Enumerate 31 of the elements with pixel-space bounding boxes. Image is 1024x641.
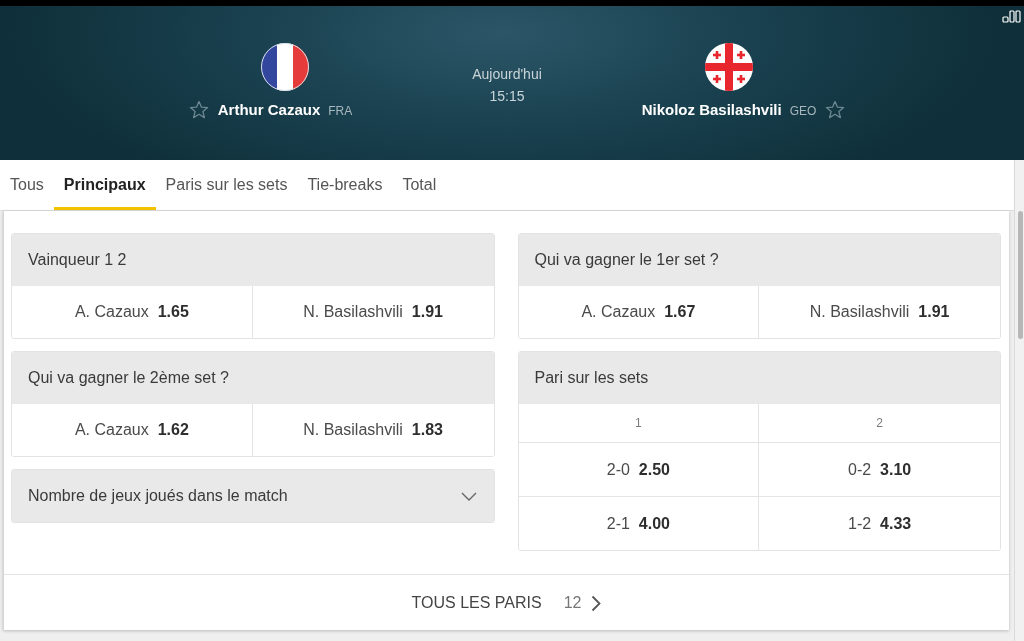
column-heading: 2	[876, 416, 883, 430]
scrollbar[interactable]	[1014, 160, 1024, 641]
country-code: GEO	[789, 104, 817, 118]
market-header[interactable]: Qui va gagner le 1er set ?	[518, 234, 1000, 286]
player-name: Arthur Cazaux	[217, 100, 321, 120]
tab[interactable]: Paris sur les sets	[155, 160, 298, 210]
chevron-right-icon[interactable]	[591, 594, 602, 612]
all-bets-button[interactable]: TOUS LES PARIS 12	[405, 590, 608, 616]
tab[interactable]: Tie-breaks	[297, 160, 393, 210]
tricolor-flag-icon	[261, 43, 309, 91]
match-day: Aujourd'hui	[472, 63, 542, 85]
country-code: FRA	[328, 104, 353, 118]
tab[interactable]: Tous	[0, 160, 54, 210]
tab[interactable]: Total	[392, 160, 447, 210]
star-icon[interactable]	[188, 100, 209, 120]
odds-button[interactable]: A. Cazaux 1.62	[12, 404, 253, 456]
star-icon[interactable]	[825, 100, 846, 120]
odds-button[interactable]: A. Cazaux 1.65	[12, 286, 253, 338]
market-header[interactable]: Pari sur les sets	[518, 352, 1000, 404]
odds-button[interactable]: 1-2 4.33	[759, 496, 1000, 550]
market-header[interactable]: Vainqueur 1 2	[12, 234, 494, 286]
bar-chart-icon[interactable]	[1002, 10, 1022, 23]
odds-button[interactable]: 2-1 4.00	[518, 496, 759, 550]
market-header[interactable]: Qui va gagner le 2ème set ?	[12, 352, 494, 404]
scrollbar-thumb[interactable]	[1018, 211, 1023, 339]
chevron-down-icon[interactable]	[460, 491, 477, 501]
match-time: 15:15	[489, 87, 525, 106]
player-name: Nikoloz Basilashvili	[641, 100, 782, 120]
cross-flag-icon	[705, 43, 753, 91]
column-heading: 1	[635, 416, 642, 430]
odds-button[interactable]: A. Cazaux 1.67	[518, 286, 760, 338]
